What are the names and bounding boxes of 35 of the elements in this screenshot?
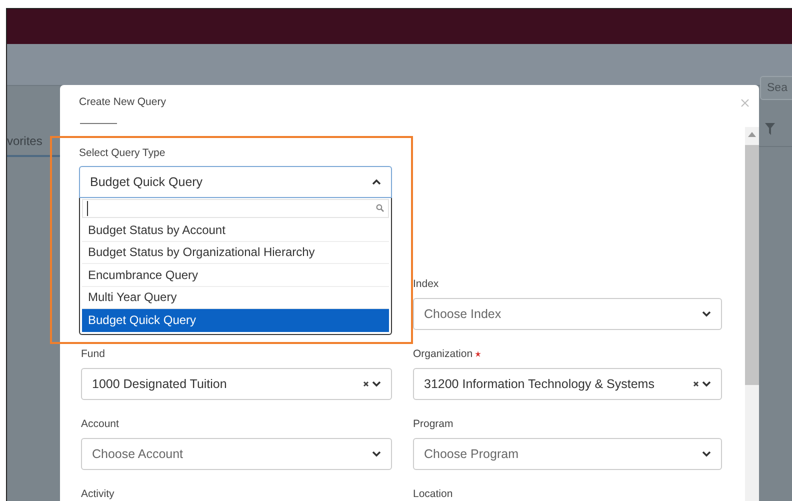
dropdown-option[interactable]: Budget Status by Organizational Hierarchy (82, 242, 389, 264)
chevron-up-icon (372, 179, 381, 185)
chevron-down-icon (372, 451, 381, 457)
clear-icon[interactable] (363, 381, 369, 387)
field-label: Index (413, 278, 439, 290)
search-field[interactable]: Sea (760, 76, 792, 100)
field-label: Account (81, 418, 119, 430)
field-label: Fund (81, 348, 105, 360)
select-field[interactable]: 31200 Information Technology & Systems (413, 368, 722, 400)
field-label: Organization (413, 348, 473, 360)
search-icon (376, 204, 384, 212)
chevron-down-icon (702, 311, 711, 317)
field-label: Program (413, 418, 454, 430)
select-field[interactable]: Choose Program (413, 438, 722, 470)
clear-icon[interactable] (693, 381, 699, 387)
select-field[interactable]: 1000 Designated Tuition (81, 368, 392, 400)
field-label: Select Query Type (79, 147, 166, 159)
dropdown-option[interactable]: Budget Status by Account (82, 219, 389, 242)
scrollbar[interactable] (745, 127, 759, 501)
scroll-up-icon[interactable] (748, 132, 756, 137)
field-label: Location (413, 488, 453, 500)
text-cursor (87, 201, 88, 216)
dropdown-option[interactable]: Budget Quick Query (82, 309, 389, 332)
dialog-title: Create New Query (79, 96, 166, 108)
select-field[interactable]: Choose Account (81, 438, 392, 470)
dropdown-search-field[interactable] (82, 199, 389, 218)
field-label: Activity (81, 488, 114, 500)
dropdown-option[interactable]: Encumbrance Query (82, 264, 389, 286)
chevron-down-icon (372, 381, 381, 387)
select-field[interactable]: Choose Index (413, 298, 722, 330)
scrollbar-thumb[interactable] (745, 145, 759, 385)
chevron-down-icon (702, 381, 711, 387)
chevron-down-icon (702, 451, 711, 457)
filter-icon[interactable] (765, 123, 775, 135)
close-icon[interactable] (741, 99, 749, 107)
